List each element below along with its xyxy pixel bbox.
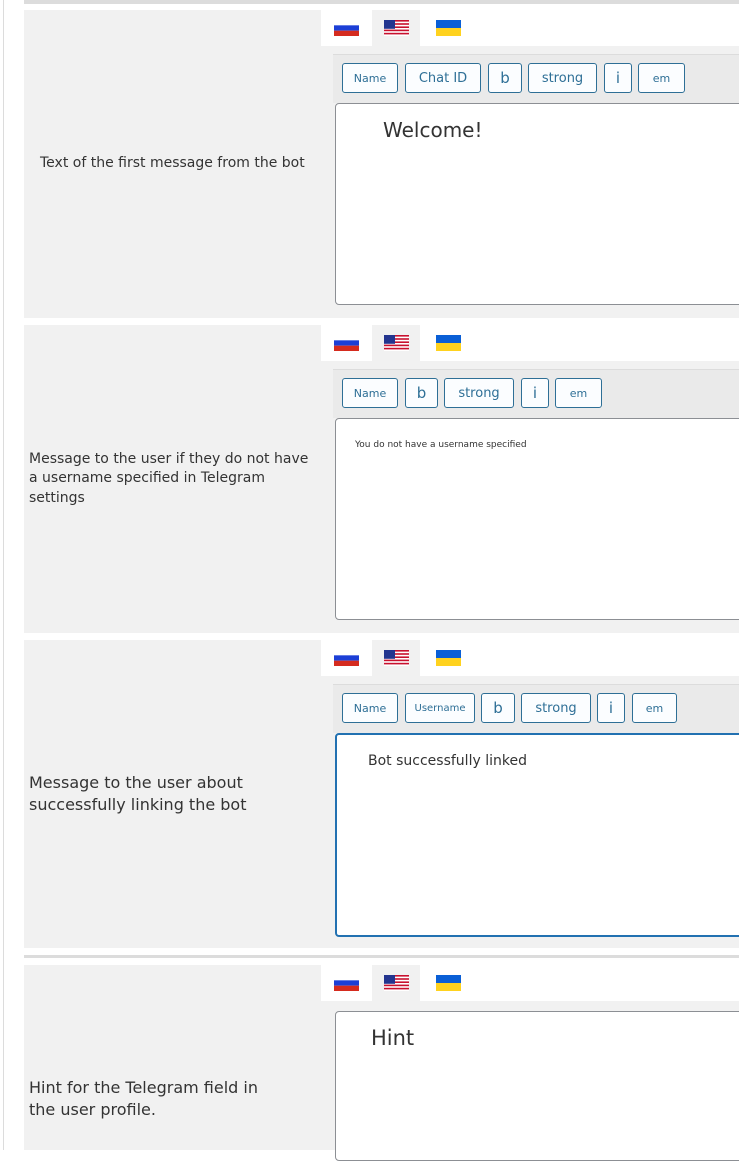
insert-name-button[interactable]: Name <box>342 378 398 408</box>
setting-row-no-username-message: Message to the user if they do not have … <box>24 325 739 633</box>
strong-button[interactable]: strong <box>444 378 514 408</box>
strong-button[interactable]: strong <box>521 693 591 723</box>
insert-name-button[interactable]: Name <box>342 693 398 723</box>
setting-label-cell: Message to the user if they do not have … <box>24 325 321 633</box>
bold-b-button[interactable]: b <box>405 378 438 408</box>
bold-b-button[interactable]: b <box>481 693 515 723</box>
ua-flag-icon[interactable] <box>436 975 461 991</box>
us-flag-icon[interactable] <box>384 650 409 666</box>
setting-label: Text of the first message from the bot <box>40 155 305 172</box>
language-tabs <box>321 965 739 1001</box>
em-button[interactable]: em <box>638 63 685 93</box>
formatting-toolbar: Name b strong i em <box>333 369 739 418</box>
ru-flag-icon[interactable] <box>334 335 359 351</box>
ua-flag-icon[interactable] <box>436 650 461 666</box>
us-flag-icon[interactable] <box>384 335 409 351</box>
ru-flag-icon[interactable] <box>334 650 359 666</box>
us-flag-icon[interactable] <box>384 20 409 36</box>
message-editor[interactable]: Bot successfully linked <box>335 733 739 937</box>
strong-button[interactable]: strong <box>528 63 597 93</box>
page-left-border <box>3 0 4 1150</box>
setting-row-link-success-message: Message to the user about successfully l… <box>24 640 739 948</box>
italic-i-button[interactable]: i <box>521 378 549 408</box>
insert-username-button[interactable]: Username <box>405 693 475 723</box>
bold-b-button[interactable]: b <box>488 63 522 93</box>
formatting-toolbar: Name Username b strong i em <box>333 684 739 733</box>
editor-content: Welcome! <box>383 118 483 142</box>
setting-label-cell: Hint for the Telegram field in the user … <box>24 965 321 1150</box>
message-editor[interactable]: You do not have a username specified <box>335 418 739 620</box>
setting-field-cell: Hint <box>321 965 739 1161</box>
setting-row-first-message: Text of the first message from the bot N… <box>24 10 739 318</box>
insert-chat-id-button[interactable]: Chat ID <box>405 63 481 93</box>
formatting-toolbar: Name Chat ID b strong i em <box>333 54 739 103</box>
editor-content: Bot successfully linked <box>368 753 527 769</box>
em-button[interactable]: em <box>632 693 677 723</box>
editor-content: You do not have a username specified <box>355 440 527 450</box>
language-tabs <box>321 325 739 361</box>
setting-field-cell: Name Username b strong i em Bot successf… <box>321 640 739 948</box>
insert-name-button[interactable]: Name <box>342 63 398 93</box>
setting-field-cell: Name b strong i em You do not have a use… <box>321 325 739 633</box>
em-button[interactable]: em <box>555 378 602 408</box>
setting-label-cell: Message to the user about successfully l… <box>24 640 321 948</box>
italic-i-button[interactable]: i <box>604 63 632 93</box>
message-editor[interactable]: Welcome! <box>335 103 739 305</box>
setting-label: Hint for the Telegram field in the user … <box>29 1078 258 1119</box>
editor-content: Hint <box>371 1026 415 1050</box>
row-separator <box>24 955 739 958</box>
setting-row-profile-hint: Hint for the Telegram field in the user … <box>24 965 739 1161</box>
setting-label: Message to the user if they do not have … <box>29 450 309 506</box>
row-separator <box>24 0 739 4</box>
setting-field-cell: Name Chat ID b strong i em Welcome! <box>321 10 739 318</box>
language-tabs <box>321 10 739 46</box>
language-tabs <box>321 640 739 676</box>
ua-flag-icon[interactable] <box>436 20 461 36</box>
setting-label-cell: Text of the first message from the bot <box>24 10 321 318</box>
italic-i-button[interactable]: i <box>597 693 625 723</box>
ru-flag-icon[interactable] <box>334 975 359 991</box>
hint-editor[interactable]: Hint <box>335 1011 739 1161</box>
ua-flag-icon[interactable] <box>436 335 461 351</box>
ru-flag-icon[interactable] <box>334 20 359 36</box>
setting-label: Message to the user about successfully l… <box>29 773 247 814</box>
us-flag-icon[interactable] <box>384 975 409 991</box>
